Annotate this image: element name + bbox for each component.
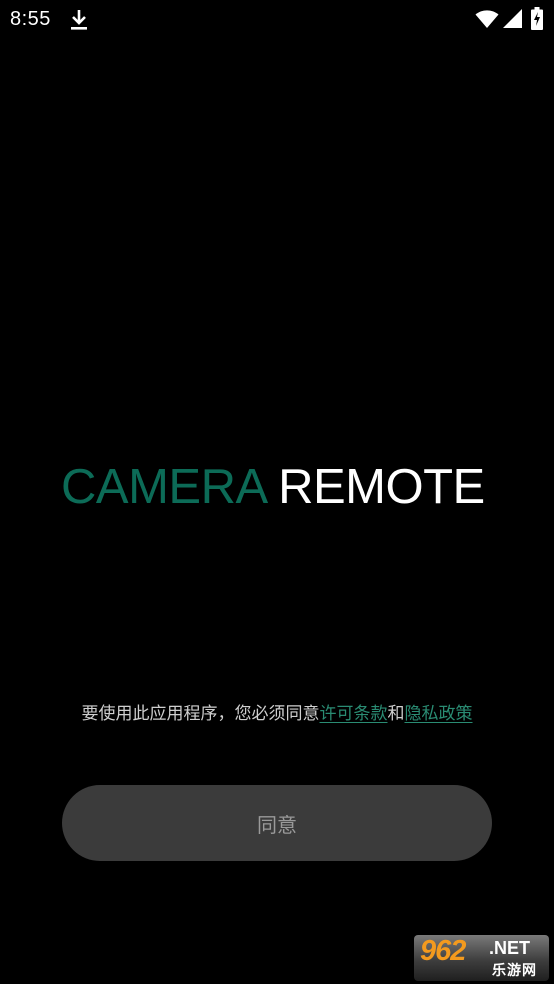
wifi-icon (475, 10, 499, 28)
battery-charging-icon (531, 7, 543, 30)
watermark-suffix: .NET (489, 938, 531, 958)
watermark-logo: 962 .NET 乐游网 (414, 935, 549, 981)
logo-camera-text: CAMERA (61, 460, 265, 514)
consent-text: 要使用此应用程序，您必须同意许可条款和隐私政策 (0, 699, 554, 724)
logo-remote-text: REMOTE (278, 460, 485, 514)
status-time: 8:55 (10, 8, 51, 30)
license-terms-link[interactable]: 许可条款 (320, 704, 388, 724)
status-bar: 8:55 (0, 0, 554, 40)
download-icon (71, 10, 87, 30)
consent-prefix: 要使用此应用程序，您必须同意 (81, 704, 320, 724)
watermark-cn-text: 乐游网 (492, 963, 537, 979)
agree-button[interactable]: 同意 (62, 785, 492, 861)
app-logo: CAMERA REMOTE (61, 461, 494, 513)
privacy-policy-link[interactable]: 隐私政策 (405, 704, 473, 724)
consent-conjunction: 和 (387, 704, 405, 724)
watermark-number: 962 (420, 935, 466, 967)
signal-icon (503, 9, 522, 28)
